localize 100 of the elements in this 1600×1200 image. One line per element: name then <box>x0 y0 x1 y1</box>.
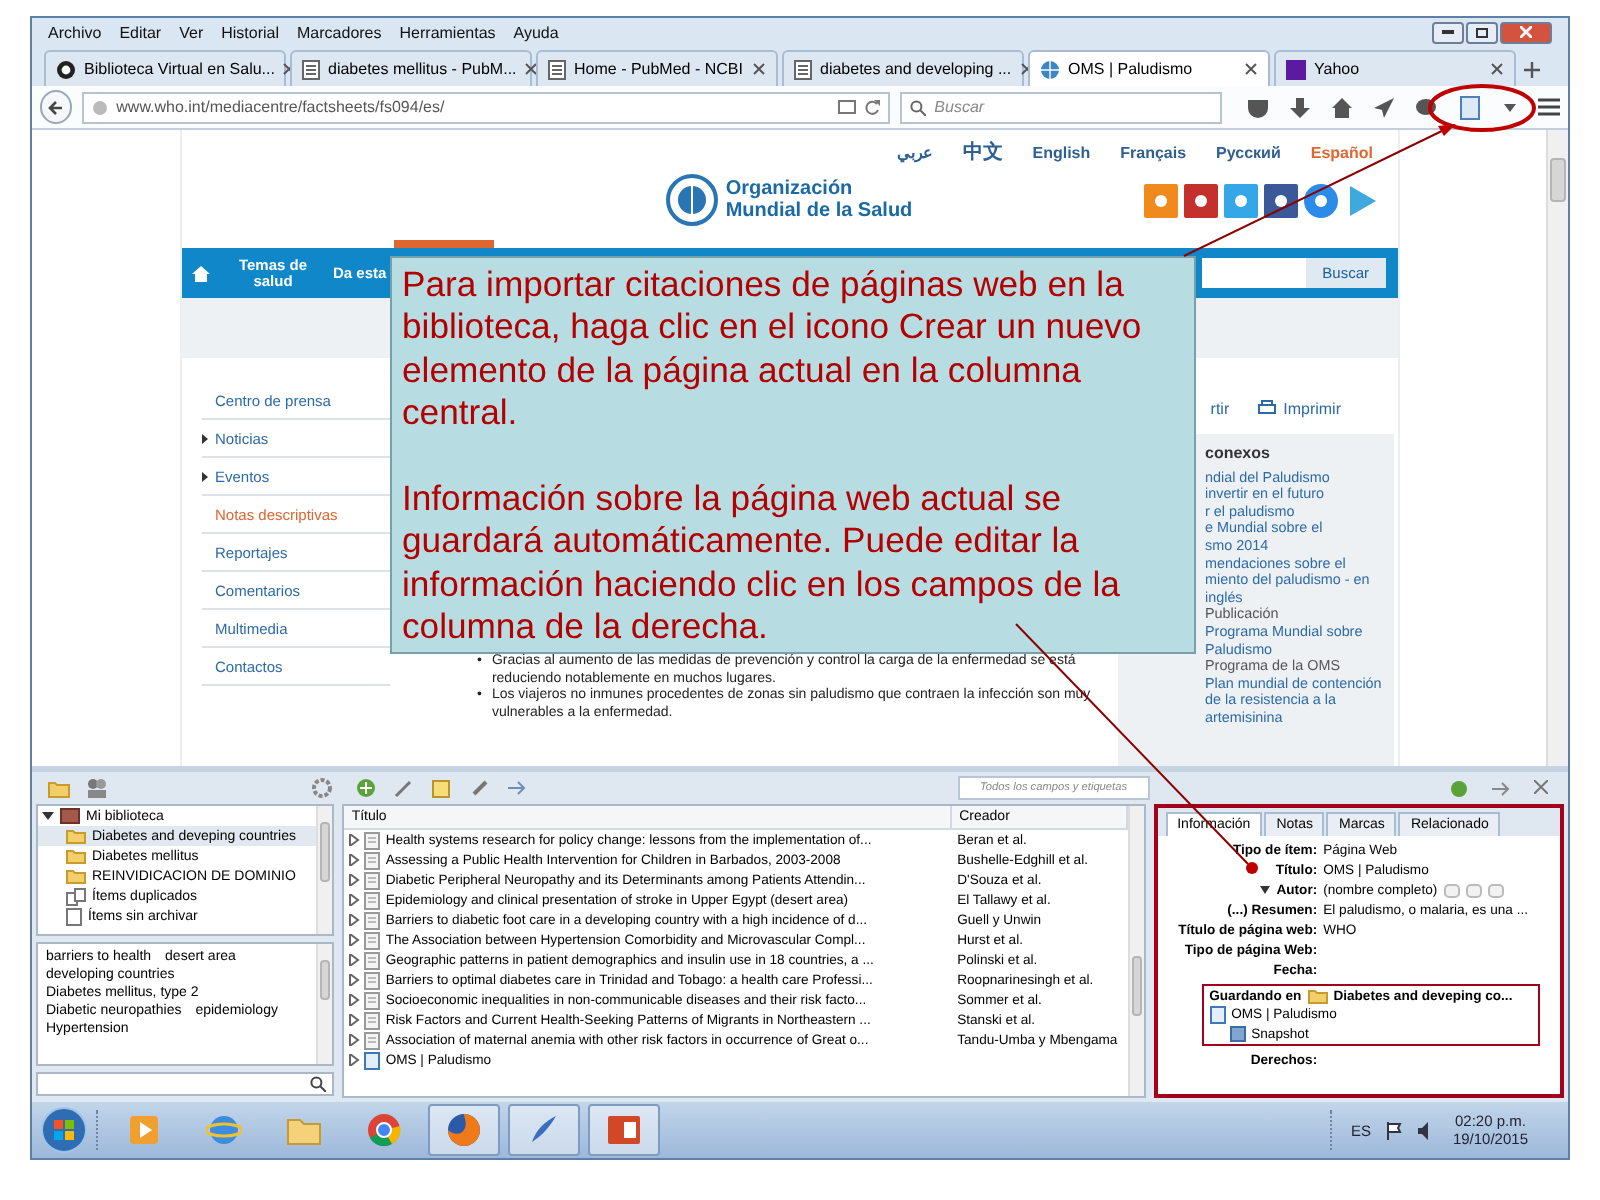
menu-item[interactable]: Editar <box>119 23 162 41</box>
flag-icon[interactable] <box>1386 1121 1403 1139</box>
document-icon <box>363 931 380 949</box>
close-button[interactable] <box>1500 21 1552 43</box>
close-icon[interactable] <box>524 62 539 76</box>
play-icon <box>128 1114 160 1146</box>
page-icon <box>794 59 812 79</box>
maximize-button[interactable] <box>1466 21 1498 43</box>
language-link[interactable]: English <box>1032 143 1091 161</box>
pocket-icon[interactable] <box>1248 97 1268 117</box>
scrollbar[interactable] <box>1546 130 1568 766</box>
share-link[interactable]: rtir <box>1210 399 1230 417</box>
home-icon[interactable] <box>192 265 210 281</box>
close-icon[interactable] <box>1244 62 1258 76</box>
browser-tab[interactable]: OMS | Paludismo <box>1028 50 1270 86</box>
wand-icon[interactable] <box>394 778 414 798</box>
ring-icon <box>56 59 76 79</box>
browser-tab[interactable]: diabetes mellitus - PubM... <box>290 50 532 86</box>
language-link[interactable]: Русский <box>1216 143 1281 161</box>
close-icon[interactable] <box>1534 779 1548 793</box>
social-media-icon[interactable] <box>1303 183 1337 217</box>
minimize-button[interactable] <box>1432 21 1464 43</box>
related-heading: conexos <box>1205 446 1272 464</box>
document-icon[interactable] <box>1458 95 1482 119</box>
group-icon[interactable] <box>86 778 108 798</box>
chat-icon[interactable] <box>1416 97 1436 117</box>
send-icon[interactable] <box>1374 97 1394 117</box>
start-button[interactable] <box>40 1106 88 1154</box>
search-icon <box>309 1076 326 1092</box>
document-icon <box>363 871 380 889</box>
taskbar-button[interactable] <box>588 1104 660 1156</box>
language-link[interactable]: Français <box>1120 143 1187 161</box>
menu-item[interactable]: Historial <box>221 23 280 41</box>
folder-icon <box>1307 988 1328 1004</box>
page-icon <box>548 59 566 79</box>
page-icon <box>302 59 320 79</box>
menu-item[interactable]: Ayuda <box>513 23 559 41</box>
download-icon[interactable] <box>1290 97 1310 117</box>
books-icon <box>60 808 80 824</box>
reload-icon[interactable] <box>864 99 881 115</box>
menu-item[interactable]: Marcadores <box>297 23 382 41</box>
scrollbar[interactable] <box>315 944 332 1064</box>
menu-item[interactable]: Archivo <box>48 23 102 41</box>
document-icon <box>363 911 380 929</box>
document-icon <box>363 1011 380 1029</box>
close-icon[interactable] <box>752 62 766 76</box>
printer-icon <box>1257 400 1276 416</box>
callout-text: Para importar citaciones de páginas web en la biblioteca, haga clic en el icono Crear un nuevo elemento de la página actual en la columna central. <box>402 264 1144 436</box>
add-icon[interactable] <box>356 778 376 798</box>
browser-tab[interactable]: diabetes and developing ... <box>782 50 1024 86</box>
document-icon <box>66 907 82 925</box>
highlight-ellipse <box>1428 84 1536 132</box>
caret-icon[interactable] <box>1260 886 1271 894</box>
taskbar-button[interactable] <box>428 1104 500 1156</box>
bullet-icon <box>201 471 207 481</box>
square-icon <box>1286 59 1306 79</box>
tag-filter-field[interactable] <box>36 1072 334 1096</box>
taskbar-button[interactable] <box>508 1104 580 1156</box>
search-field[interactable]: Buscar <box>900 91 1222 123</box>
search-icon <box>910 99 927 115</box>
snapshot-icon <box>1229 1026 1246 1042</box>
social-media-icon[interactable] <box>1263 183 1297 217</box>
callout-text: Información sobre la página web actual se guardará automáticamente. Puede editar la información haciendo clic en los campos de la columna de la derecha. <box>402 478 1122 650</box>
reader-icon[interactable] <box>838 100 857 114</box>
browser-tab[interactable]: Biblioteca Virtual en Salu... <box>44 50 286 86</box>
brush-icon <box>526 1112 562 1148</box>
document-icon <box>363 851 380 869</box>
menu-item[interactable]: Ver <box>179 23 204 41</box>
print-link[interactable]: Imprimir <box>1257 399 1341 417</box>
address-field[interactable]: www.who.int/mediacentre/factsheets/fs094/es/ <box>82 91 891 123</box>
back-button[interactable] <box>40 90 73 124</box>
close-icon[interactable] <box>1490 62 1504 76</box>
organization-name: Organización Mundial de la Salud <box>725 178 913 222</box>
browser-icon <box>446 1112 482 1148</box>
browser-tab[interactable]: Yahoo <box>1274 50 1516 86</box>
language-link[interactable]: عربي <box>896 143 933 161</box>
document-icon <box>363 951 380 969</box>
expander-icon[interactable] <box>42 810 54 822</box>
menu-item[interactable]: Herramientas <box>399 23 496 41</box>
document-icon <box>363 1031 380 1049</box>
menu-icon[interactable] <box>1538 98 1560 116</box>
close-icon[interactable] <box>1019 62 1034 76</box>
documents-icon <box>66 887 86 905</box>
search-input[interactable] <box>1202 258 1307 288</box>
maximize-icon <box>1476 27 1488 37</box>
arrow-icon[interactable] <box>508 780 528 796</box>
social-media-icon[interactable] <box>1183 183 1217 217</box>
arrow-icon[interactable] <box>1492 779 1510 797</box>
browser-tab[interactable]: Home - PubMed - NCBI <box>536 50 778 86</box>
bullet-icon <box>201 433 207 443</box>
scrollbar[interactable] <box>315 806 332 934</box>
paperclip-icon[interactable] <box>470 778 490 798</box>
caret-icon[interactable] <box>1504 103 1516 111</box>
language-link[interactable]: 中文 <box>962 138 1003 166</box>
scrollbar[interactable] <box>1127 806 1144 1096</box>
minimize-icon <box>1442 30 1454 34</box>
home-icon[interactable] <box>1332 97 1352 117</box>
presentation-icon <box>606 1112 642 1148</box>
gear-icon[interactable] <box>312 778 332 798</box>
folder-icon <box>286 1114 322 1146</box>
